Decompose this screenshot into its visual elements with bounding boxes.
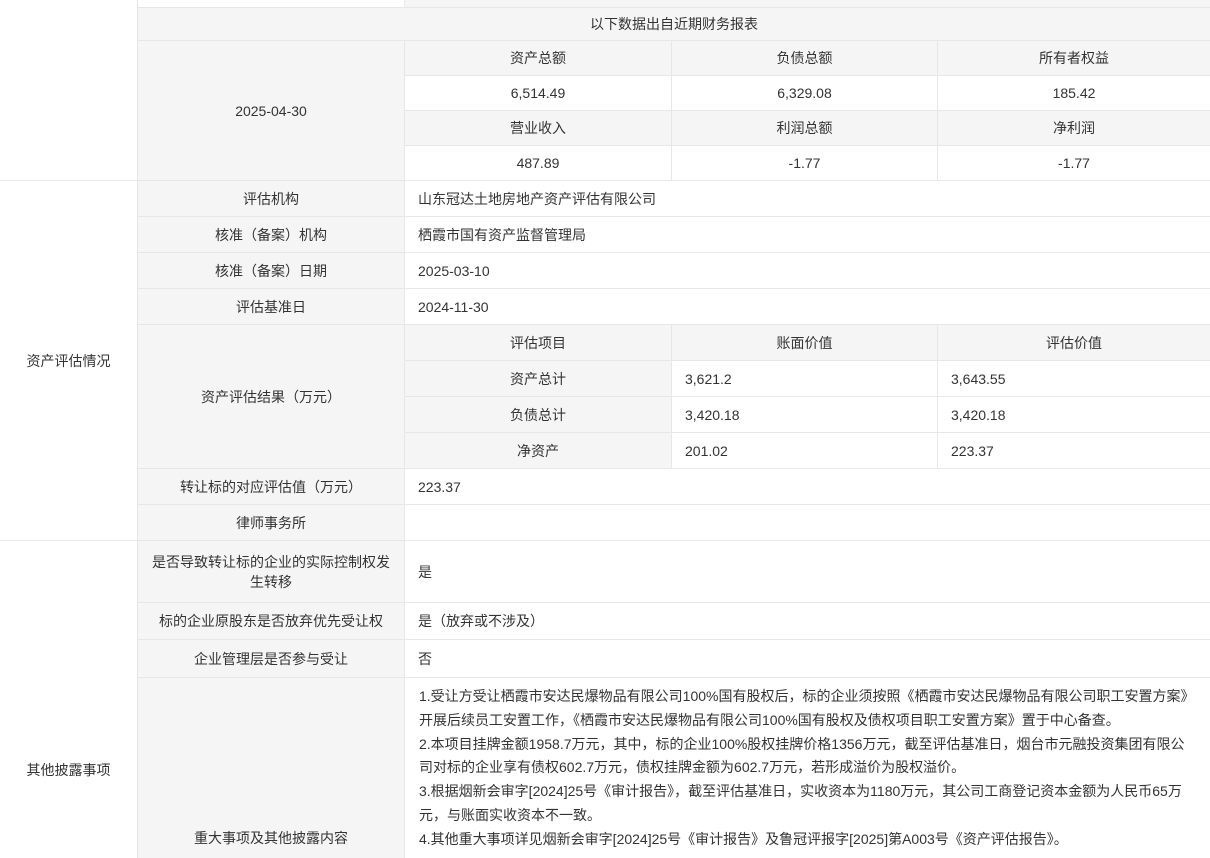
assessment-section: 资产评估情况 评估机构 山东冠达土地房地产资产评估有限公司 核准（备案）机构 栖… <box>0 181 1210 541</box>
major-matter-item: 2.本项目挂牌金额1958.7万元，其中，标的企业100%股权挂牌价格1356万… <box>419 733 1196 781</box>
disclosure-section-label: 其他披露事项 <box>0 541 138 858</box>
result-row-total-assets-item: 资产总计 <box>405 361 672 397</box>
result-header-assessed-value: 评估价值 <box>938 325 1210 361</box>
base-date-label: 评估基准日 <box>138 289 405 325</box>
top-clipped-value-cell <box>405 0 1210 8</box>
result-row-total-assets-assessed: 3,643.55 <box>938 361 1210 397</box>
approval-date-label: 核准（备案）日期 <box>138 253 405 289</box>
fin-value-owner-equity: 185.42 <box>938 76 1210 111</box>
approval-org-label: 核准（备案）机构 <box>138 217 405 253</box>
major-matter-item: 1.受让方受让栖霞市安达民爆物品有限公司100%国有股权后，标的企业须按照《栖霞… <box>419 685 1196 733</box>
approval-org-value: 栖霞市国有资产监督管理局 <box>405 217 1210 253</box>
transfer-assessed-value: 223.37 <box>405 469 1210 505</box>
fin-value-operating-revenue: 487.89 <box>405 146 672 181</box>
result-row-total-liabilities-item: 负债总计 <box>405 397 672 433</box>
waive-preemptive-right-value: 是（放弃或不涉及） <box>405 603 1210 640</box>
assessment-result-label: 资产评估结果（万元） <box>138 325 405 469</box>
fin-value-total-profit: -1.77 <box>672 146 938 181</box>
fin-header-net-profit: 净利润 <box>938 111 1210 146</box>
result-row-total-liabilities-assessed: 3,420.18 <box>938 397 1210 433</box>
major-matters-content: 1.受让方受让栖霞市安达民爆物品有限公司100%国有股权后，标的企业须按照《栖霞… <box>405 678 1210 858</box>
law-firm-label: 律师事务所 <box>138 505 405 541</box>
property-transfer-disclosure-table: 以下数据出自近期财务报表 2025-04-30 资产总额 负债总额 所有者权益 … <box>0 0 1210 858</box>
major-matters-label: 重大事项及其他披露内容 <box>138 678 405 858</box>
result-row-total-liabilities-book: 3,420.18 <box>672 397 938 433</box>
financial-note: 以下数据出自近期财务报表 <box>138 8 1210 41</box>
fin-header-total-profit: 利润总额 <box>672 111 938 146</box>
result-header-item: 评估项目 <box>405 325 672 361</box>
control-transfer-label: 是否导致转让标的企业的实际控制权发生转移 <box>138 541 405 603</box>
fin-header-operating-revenue: 营业收入 <box>405 111 672 146</box>
financial-section-side-cell <box>0 0 138 181</box>
result-row-total-assets-book: 3,621.2 <box>672 361 938 397</box>
assess-org-value: 山东冠达土地房地产资产评估有限公司 <box>405 181 1210 217</box>
result-row-net-assets-book: 201.02 <box>672 433 938 469</box>
major-matter-item: 4.其他重大事项详见烟新会审字[2024]25号《审计报告》及鲁冠评报字[202… <box>419 828 1196 852</box>
fin-value-net-profit: -1.77 <box>938 146 1210 181</box>
top-clipped-label-cell <box>138 0 405 8</box>
result-row-net-assets-assessed: 223.37 <box>938 433 1210 469</box>
base-date-value: 2024-11-30 <box>405 289 1210 325</box>
disclosure-section: 其他披露事项 是否导致转让标的企业的实际控制权发生转移 是 标的企业原股东是否放… <box>0 541 1210 858</box>
assessment-section-label: 资产评估情况 <box>0 181 138 541</box>
fin-header-total-liabilities: 负债总额 <box>672 41 938 76</box>
financial-report-date: 2025-04-30 <box>138 41 405 181</box>
fin-header-total-assets: 资产总额 <box>405 41 672 76</box>
transfer-assessed-value-label: 转让标的对应评估值（万元） <box>138 469 405 505</box>
fin-header-owner-equity: 所有者权益 <box>938 41 1210 76</box>
fin-value-total-liabilities: 6,329.08 <box>672 76 938 111</box>
control-transfer-value: 是 <box>405 541 1210 603</box>
result-row-net-assets-item: 净资产 <box>405 433 672 469</box>
financial-section: 以下数据出自近期财务报表 2025-04-30 资产总额 负债总额 所有者权益 … <box>0 0 1210 181</box>
major-matter-item: 3.根据烟新会审字[2024]25号《审计报告》，截至评估基准日，实收资本为11… <box>419 780 1196 828</box>
result-header-book-value: 账面价值 <box>672 325 938 361</box>
waive-preemptive-right-label: 标的企业原股东是否放弃优先受让权 <box>138 603 405 640</box>
law-firm-value <box>405 505 1210 541</box>
management-participation-label: 企业管理层是否参与受让 <box>138 640 405 678</box>
fin-value-total-assets: 6,514.49 <box>405 76 672 111</box>
assess-org-label: 评估机构 <box>138 181 405 217</box>
approval-date-value: 2025-03-10 <box>405 253 1210 289</box>
management-participation-value: 否 <box>405 640 1210 678</box>
